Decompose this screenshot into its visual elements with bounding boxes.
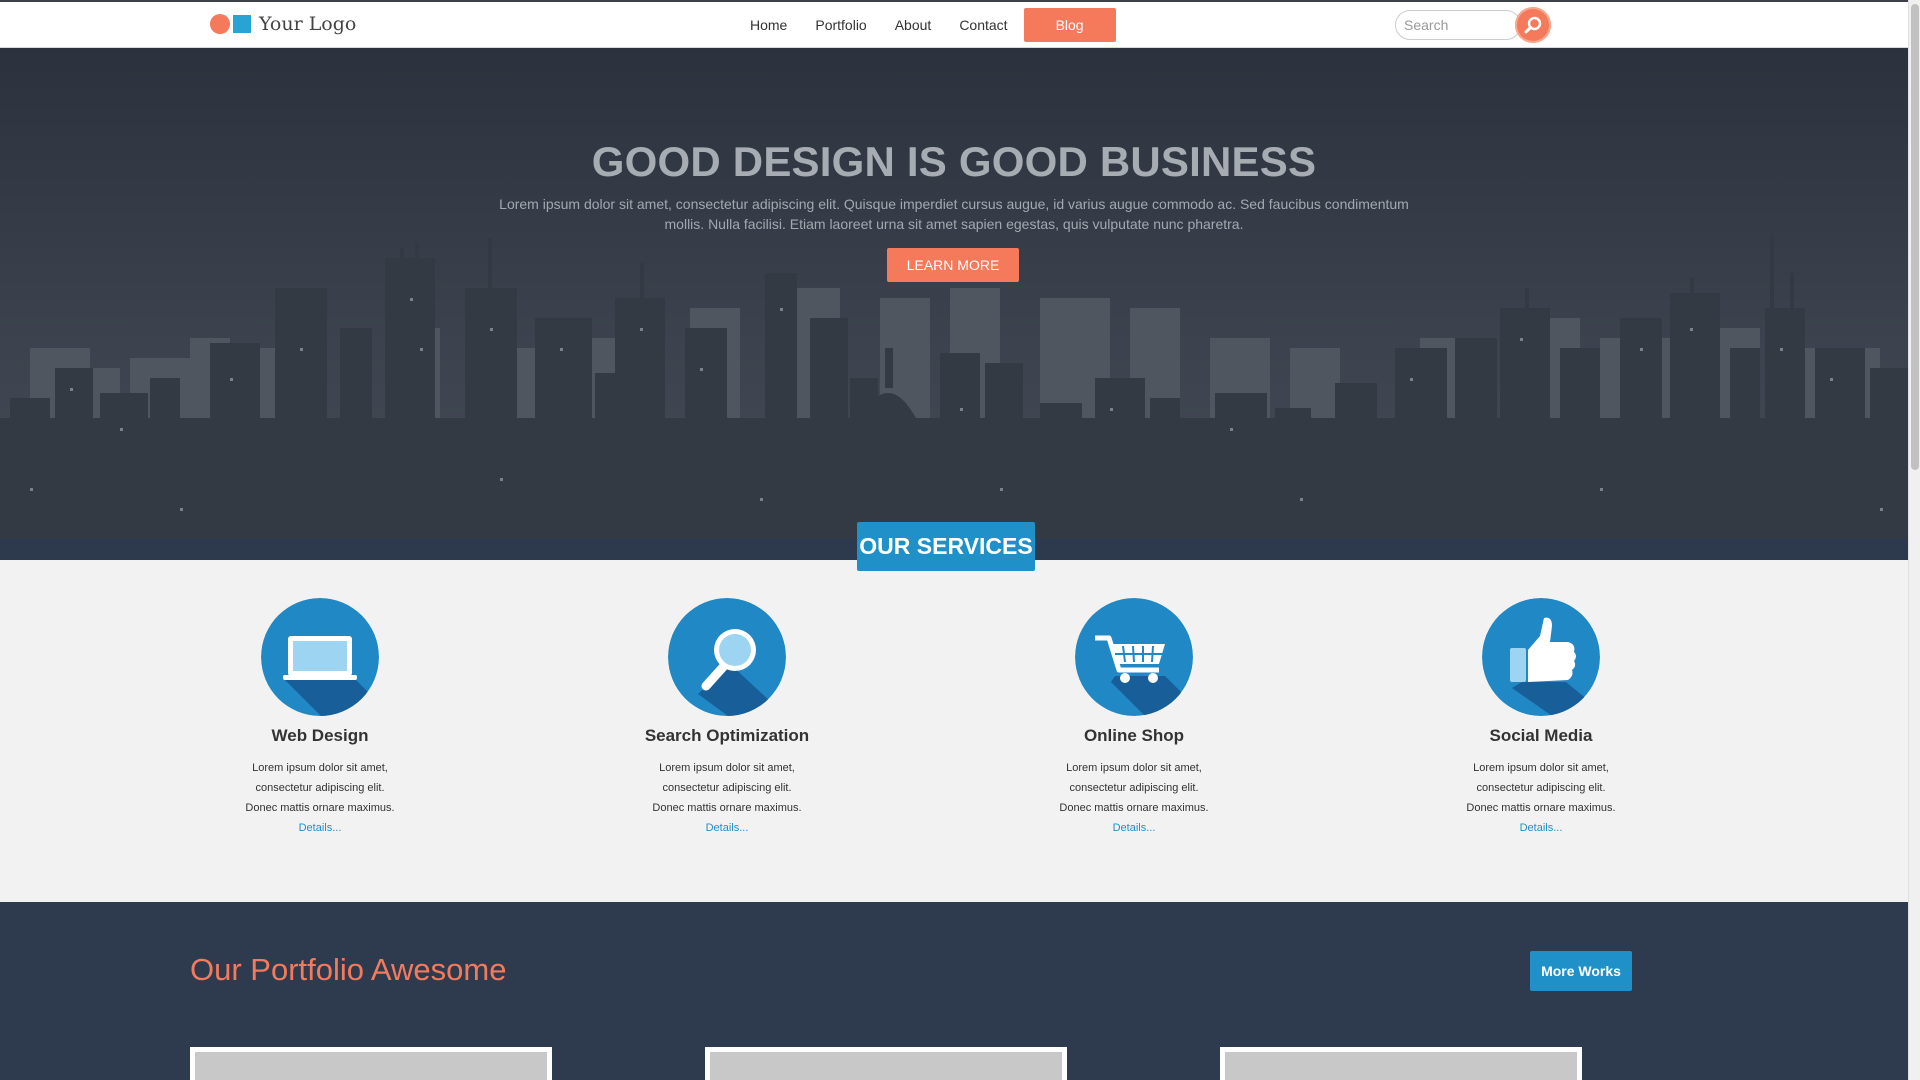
- thumbnail-image-placeholder: [710, 1052, 1062, 1080]
- service-search-optimization: Search Optimization Lorem ipsum dolor si…: [607, 598, 847, 838]
- page: Your Logo Home Portfolio About Contact B…: [0, 0, 1920, 1080]
- portfolio-thumbnail[interactable]: [1220, 1047, 1582, 1080]
- service-description: Lorem ipsum dolor sit amet, consectetur …: [1059, 758, 1209, 838]
- hero-section: GOOD DESIGN IS GOOD BUSINESS Lorem ipsum…: [0, 48, 1908, 560]
- hero-text: Lorem ipsum dolor sit amet, consectetur …: [499, 196, 1409, 232]
- service-desc-text: Lorem ipsum dolor sit amet, consectetur …: [652, 762, 802, 814]
- scrollbar-thumb[interactable]: [1911, 4, 1919, 470]
- nav-portfolio[interactable]: Portfolio: [801, 8, 880, 42]
- city-skyline-illustration: [0, 233, 1908, 560]
- search-icon: [1524, 16, 1542, 34]
- details-link[interactable]: Details...: [706, 822, 749, 834]
- service-web-design: Web Design Lorem ipsum dolor sit amet, c…: [200, 598, 440, 838]
- portfolio-section: Our Portfolio Awesome More Works: [0, 902, 1908, 1080]
- services-section: Web Design Lorem ipsum dolor sit amet, c…: [0, 560, 1908, 902]
- thumbnail-image-placeholder: [195, 1052, 547, 1080]
- magnifier-icon[interactable]: [668, 598, 786, 716]
- laptop-icon[interactable]: [261, 598, 379, 716]
- portfolio-thumbnail[interactable]: [190, 1047, 552, 1080]
- shopping-cart-icon[interactable]: [1075, 598, 1193, 716]
- portfolio-title: Our Portfolio Awesome: [190, 952, 507, 987]
- main-nav: Home Portfolio About Contact Blog: [736, 8, 1116, 42]
- learn-more-button[interactable]: LEARN MORE: [887, 248, 1019, 282]
- logo-circle-icon: [210, 14, 230, 34]
- logo-text: Your Logo: [259, 13, 357, 35]
- thumbnail-image-placeholder: [1225, 1052, 1577, 1080]
- nav-about[interactable]: About: [881, 8, 946, 42]
- service-title: Search Optimization: [644, 726, 810, 745]
- nav-contact[interactable]: Contact: [945, 8, 1021, 42]
- service-description: Lorem ipsum dolor sit amet, consectetur …: [245, 758, 395, 838]
- logo[interactable]: Your Logo: [210, 11, 356, 37]
- services-badge: OUR SERVICES: [857, 522, 1035, 571]
- service-title: Web Design: [271, 726, 369, 745]
- vertical-scrollbar[interactable]: [1908, 0, 1920, 1080]
- nav-home[interactable]: Home: [736, 8, 801, 42]
- logo-square-icon: [233, 15, 251, 33]
- service-desc-text: Lorem ipsum dolor sit amet, consectetur …: [1059, 762, 1209, 814]
- details-link[interactable]: Details...: [1113, 822, 1156, 834]
- search-button[interactable]: [1515, 7, 1551, 43]
- search-box: [1395, 7, 1551, 43]
- service-title: Online Shop: [1083, 726, 1185, 745]
- details-link[interactable]: Details...: [1520, 822, 1563, 834]
- service-social-media: Social Media Lorem ipsum dolor sit amet,…: [1421, 598, 1661, 838]
- search-input[interactable]: [1395, 10, 1521, 40]
- nav-blog[interactable]: Blog: [1023, 8, 1116, 42]
- service-title: Social Media: [1489, 726, 1593, 745]
- service-description: Lorem ipsum dolor sit amet, consectetur …: [1466, 758, 1616, 838]
- service-desc-text: Lorem ipsum dolor sit amet, consectetur …: [1466, 762, 1616, 814]
- header: Your Logo Home Portfolio About Contact B…: [0, 0, 1908, 48]
- thumbs-up-icon[interactable]: [1482, 598, 1600, 716]
- service-online-shop: Online Shop Lorem ipsum dolor sit amet, …: [1014, 598, 1254, 838]
- hero-title: GOOD DESIGN IS GOOD BUSINESS: [591, 138, 1317, 185]
- service-desc-text: Lorem ipsum dolor sit amet, consectetur …: [245, 762, 395, 814]
- portfolio-thumbnail[interactable]: [705, 1047, 1067, 1080]
- more-works-button[interactable]: More Works: [1530, 951, 1632, 991]
- service-description: Lorem ipsum dolor sit amet, consectetur …: [652, 758, 802, 838]
- details-link[interactable]: Details...: [299, 822, 342, 834]
